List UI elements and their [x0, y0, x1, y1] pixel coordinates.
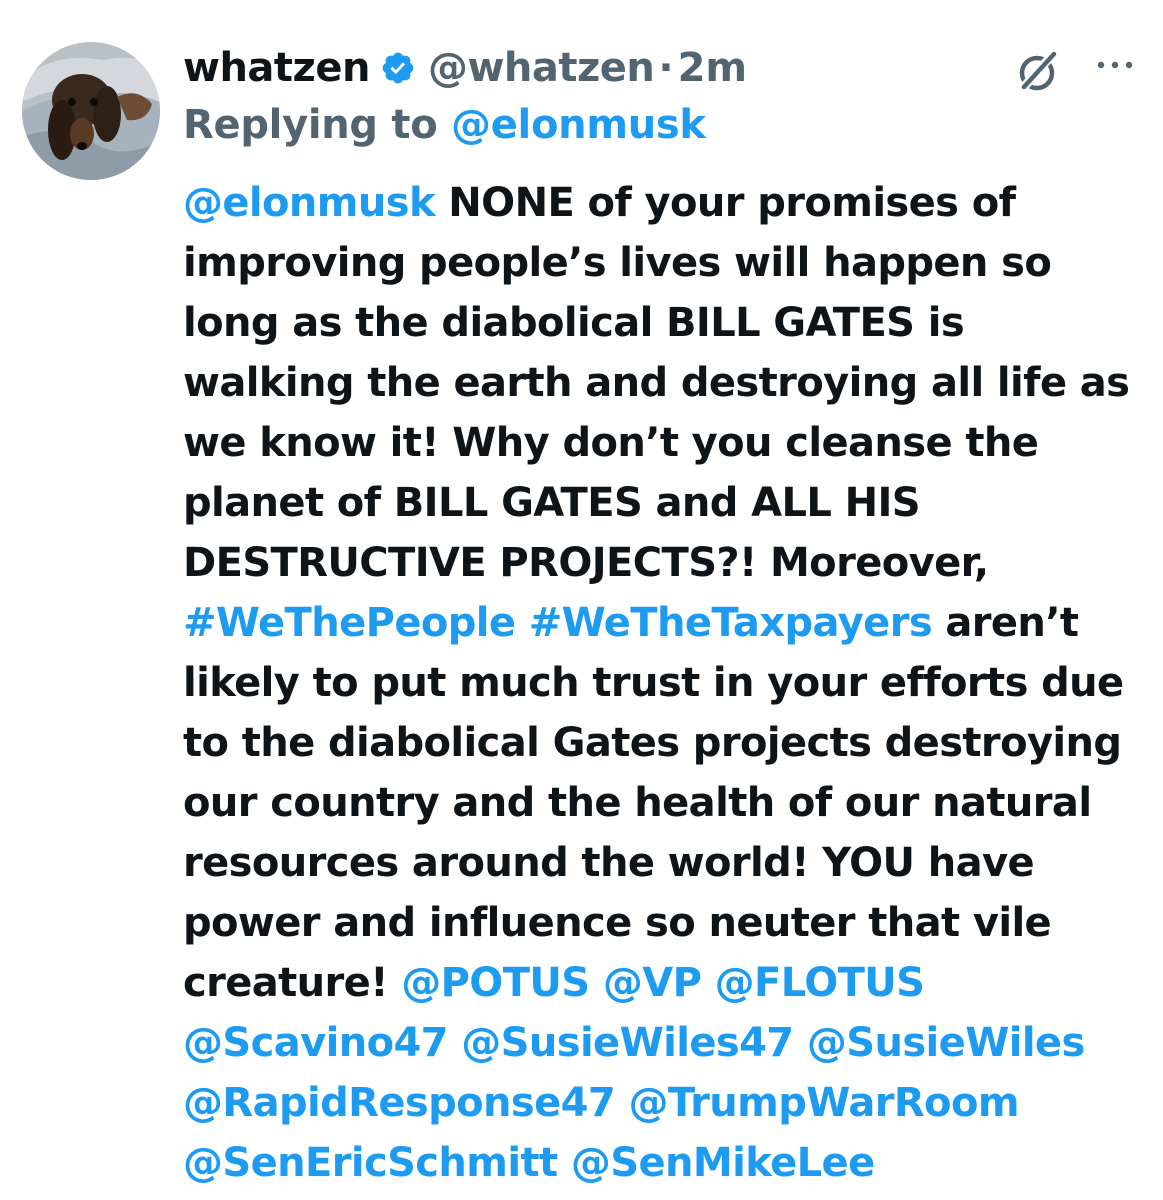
hashtag-link[interactable]: #WeTheTaxpayers [529, 600, 933, 646]
mention-link[interactable]: @SusieWiles47 [461, 1020, 794, 1066]
display-name[interactable]: whatzen [183, 45, 370, 91]
mention-link[interactable]: @VP [603, 960, 702, 1006]
tweet-text-line: @RapidResponse47 @TrumpWarRoom [183, 1073, 1143, 1133]
tweet-text-segment: aren’t [932, 600, 1079, 646]
tweet-text-line: DESTRUCTIVE PROJECTS?! Moreover, [183, 533, 1143, 593]
tweet-text-segment: likely to put much trust in your efforts… [183, 660, 1124, 706]
timestamp[interactable]: 2m [678, 45, 748, 91]
tweet-text-segment [558, 1140, 571, 1186]
tweet-text-segment [615, 1080, 628, 1126]
tweet-text-line: resources around the world! YOU have [183, 833, 1143, 893]
tweet-text-segment: long as the diabolical BILL GATES is [183, 300, 965, 346]
tweet-text-segment [589, 960, 602, 1006]
mention-link[interactable]: @TrumpWarRoom [628, 1080, 1019, 1126]
grok-icon[interactable] [1013, 46, 1063, 96]
tweet-text-line: @Scavino47 @SusieWiles47 @SusieWiles [183, 1013, 1143, 1073]
more-horizontal-icon[interactable] [1093, 50, 1137, 80]
mention-link[interactable]: @SusieWiles [807, 1020, 1085, 1066]
tweet-text-segment [701, 960, 714, 1006]
mention-link[interactable]: @Scavino47 [183, 1020, 449, 1066]
tweet-text-segment: power and influence so neuter that vile [183, 900, 1052, 946]
tweet[interactable]: whatzen @whatzen · 2m Replying to @elonm… [0, 0, 1163, 1200]
mention-link[interactable]: @elonmusk [183, 180, 436, 226]
tweet-text-segment: our country and the health of our natura… [183, 780, 1092, 826]
replying-to-mention[interactable]: @elonmusk [451, 102, 706, 148]
tweet-text-line: power and influence so neuter that vile [183, 893, 1143, 953]
tweet-text-line: @elonmusk NONE of your promises of [183, 173, 1143, 233]
tweet-text-line: improving people’s lives will happen so [183, 233, 1143, 293]
mention-link[interactable]: @FLOTUS [715, 960, 925, 1006]
tweet-text-line: @SenEricSchmitt @SenMikeLee [183, 1133, 1143, 1193]
separator-dot: · [658, 45, 674, 91]
tweet-text-segment: resources around the world! YOU have [183, 840, 1035, 886]
mention-link[interactable]: @RapidResponse47 [183, 1080, 616, 1126]
hashtag-link[interactable]: #WeThePeople [183, 600, 516, 646]
tweet-text-line: long as the diabolical BILL GATES is [183, 293, 1143, 353]
replying-to: Replying to @elonmusk [183, 102, 706, 148]
tweet-text-line: walking the earth and destroying all lif… [183, 353, 1143, 413]
tweet-text-line: planet of BILL GATES and ALL HIS [183, 473, 1143, 533]
tweet-text-segment: planet of BILL GATES and ALL HIS [183, 480, 921, 526]
tweet-text-segment: we know it! Why don’t you cleanse the [183, 420, 1039, 466]
mention-link[interactable]: @SenMikeLee [571, 1140, 875, 1186]
tweet-text-segment [448, 1020, 461, 1066]
mention-link[interactable]: @POTUS [401, 960, 590, 1006]
tweet-text-line: our country and the health of our natura… [183, 773, 1143, 833]
replying-prefix: Replying to [183, 102, 452, 148]
tweet-header: whatzen @whatzen · 2m [183, 38, 1143, 98]
tweet-text-segment [794, 1020, 807, 1066]
tweet-text-segment: walking the earth and destroying all lif… [183, 360, 1130, 406]
avatar[interactable] [22, 42, 160, 180]
handle[interactable]: @whatzen [428, 45, 655, 91]
tweet-text-line: creature! @POTUS @VP @FLOTUS [183, 953, 1143, 1013]
tweet-text-segment: creature! [183, 960, 402, 1006]
tweet-text-segment: DESTRUCTIVE PROJECTS?! Moreover, [183, 540, 989, 586]
tweet-text-line: we know it! Why don’t you cleanse the [183, 413, 1143, 473]
tweet-text-segment: to the diabolical Gates projects destroy… [183, 720, 1122, 766]
verified-badge-icon [380, 50, 416, 86]
tweet-text-line: #WeThePeople #WeTheTaxpayers aren’t [183, 593, 1143, 653]
avatar-dog-image [22, 42, 160, 180]
tweet-text: @elonmusk NONE of your promises of improv… [183, 173, 1143, 1193]
tweet-text-line: likely to put much trust in your efforts… [183, 653, 1143, 713]
tweet-text-segment [515, 600, 528, 646]
tweet-text-line: to the diabolical Gates projects destroy… [183, 713, 1143, 773]
tweet-text-segment: improving people’s lives will happen so [183, 240, 1052, 286]
mention-link[interactable]: @SenEricSchmitt [183, 1140, 558, 1186]
tweet-text-segment: NONE of your promises of [434, 180, 1016, 226]
